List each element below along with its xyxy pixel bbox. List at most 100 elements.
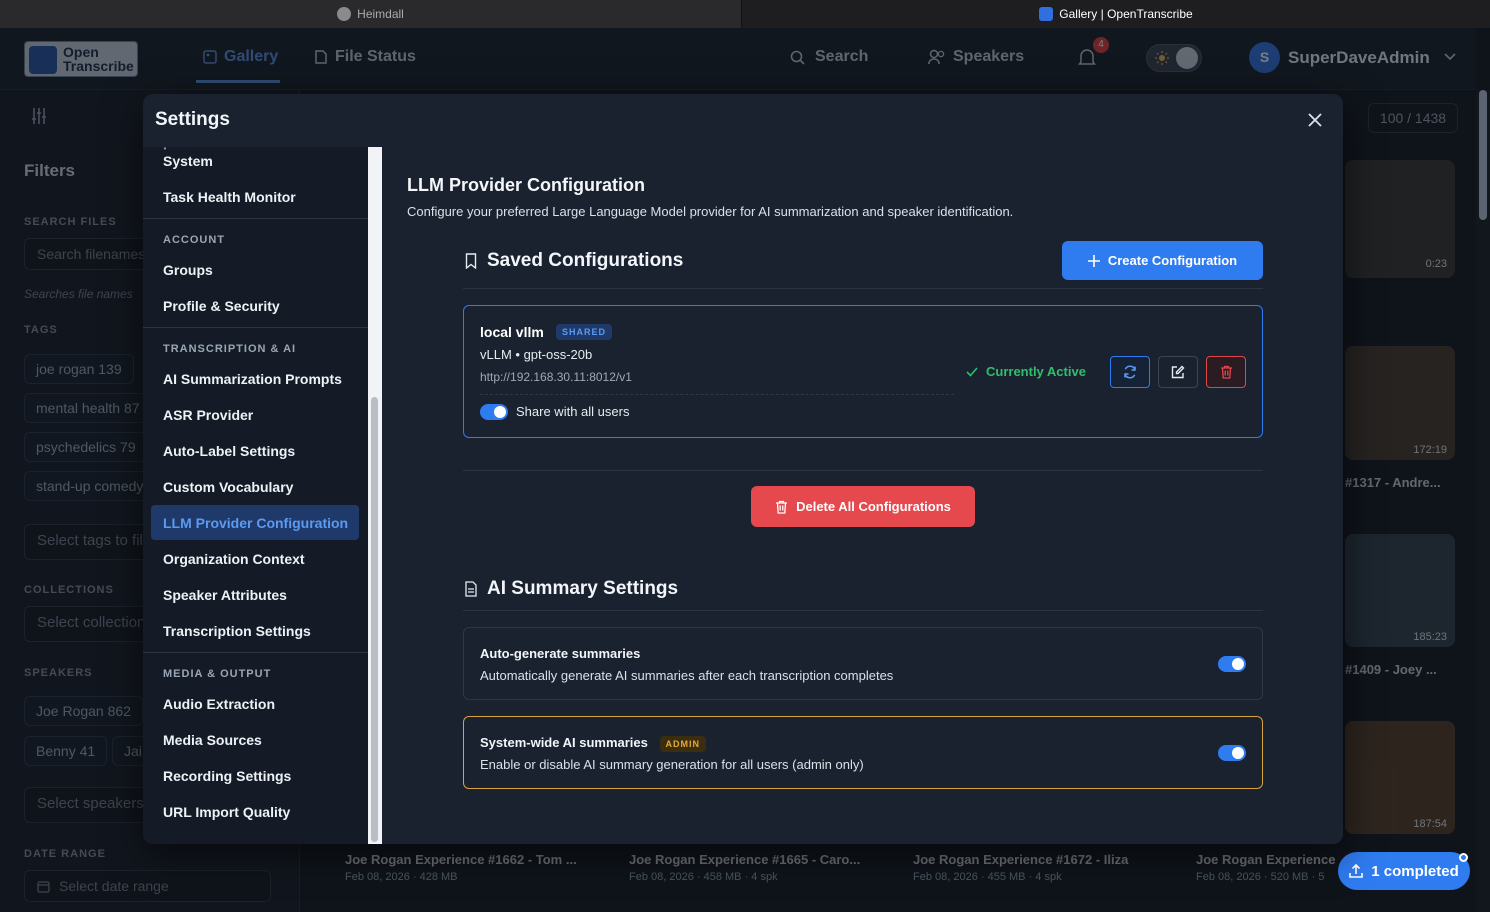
page-scrollbar[interactable] (1476, 90, 1490, 912)
bell-icon[interactable] (1078, 47, 1096, 67)
configuration-card: local vllm SHARED vLLM • gpt-oss-20b htt… (463, 305, 1263, 438)
tag-chip[interactable]: stand-up comedy (24, 471, 156, 501)
edit-icon (1171, 365, 1185, 379)
browser-tab-label: Heimdall (357, 7, 404, 21)
video-title[interactable]: Joe Rogan Experience #1662 - Tom ... (345, 852, 577, 867)
create-configuration-label: Create Configuration (1107, 253, 1238, 268)
nav-file-status[interactable]: File Status (335, 48, 416, 66)
video-title[interactable]: Joe Rogan Experience #1672 - Iliza (913, 852, 1128, 867)
speaker-chip[interactable]: Joe Rogan 862 (24, 696, 143, 726)
date-range-placeholder: Select date range (59, 878, 169, 894)
video-duration: 185:23 (1413, 631, 1447, 643)
check-icon (966, 367, 978, 377)
user-menu-name[interactable]: SuperDaveAdmin (1288, 48, 1430, 68)
search-icon (790, 50, 805, 65)
waveform-logo-icon (29, 46, 57, 74)
auto-generate-toggle[interactable] (1218, 656, 1246, 672)
section-divider (463, 288, 1263, 289)
nav-search[interactable]: Search (815, 48, 868, 66)
browser-tab-label: Gallery | OpenTranscribe (1059, 7, 1193, 21)
sidebar-item-auto-label-settings[interactable]: Auto-Label Settings (163, 443, 295, 459)
page-scrollbar-thumb[interactable] (1479, 90, 1487, 220)
sidebar-item-asr-provider[interactable]: ASR Provider (163, 407, 253, 423)
video-thumbnail[interactable]: 185:23 (1345, 534, 1455, 647)
sidebar-scrollbar[interactable] (368, 147, 382, 844)
close-icon (1308, 113, 1322, 127)
plus-icon (1087, 254, 1100, 267)
nav-speakers[interactable]: Speakers (953, 48, 1024, 66)
app-logo[interactable]: Open Transcribe (24, 41, 138, 77)
video-title[interactable]: #1317 - Andre... (1345, 475, 1441, 490)
video-thumbnail[interactable]: 187:54 (1345, 721, 1455, 834)
close-button[interactable] (1303, 108, 1327, 132)
trash-icon (776, 500, 788, 514)
video-title[interactable]: #1409 - Joey ... (1345, 662, 1437, 677)
trash-icon (1220, 365, 1232, 379)
settings-sidebar: · System Task Health Monitor ACCOUNT Gro… (143, 147, 368, 844)
video-thumbnail[interactable]: 172:19 (1345, 346, 1455, 460)
sidebar-item-groups[interactable]: Groups (163, 262, 213, 278)
sidebar-item-profile-security[interactable]: Profile & Security (163, 298, 280, 314)
auto-generate-title: Auto-generate summaries (480, 646, 641, 661)
edit-button[interactable] (1158, 356, 1198, 388)
sidebar-item-url-import-quality[interactable]: URL Import Quality (163, 804, 290, 820)
sidebar-item-ai-summarization-prompts[interactable]: AI Summarization Prompts (163, 371, 342, 387)
tag-chip[interactable]: joe rogan 139 (24, 354, 134, 384)
sidebar-item-organization-context[interactable]: Organization Context (163, 551, 305, 567)
theme-toggle[interactable] (1146, 44, 1202, 72)
settings-modal: Settings · System Task Health Monitor AC… (143, 94, 1343, 844)
create-configuration-button[interactable]: Create Configuration (1062, 241, 1263, 280)
notification-badge: 4 (1093, 37, 1109, 53)
refresh-button[interactable] (1110, 356, 1150, 388)
delete-button[interactable] (1206, 356, 1246, 388)
system-wide-desc: Enable or disable AI summary generation … (480, 757, 864, 772)
status-dot-icon (1459, 853, 1468, 862)
sidebar-item-system[interactable]: System (163, 153, 213, 169)
delete-all-configurations-button[interactable]: Delete All Configurations (751, 486, 975, 527)
shared-badge: SHARED (556, 324, 613, 340)
avatar[interactable]: S (1249, 42, 1280, 73)
config-model: vLLM • gpt-oss-20b (480, 347, 593, 362)
sidebar-scrollbar-thumb[interactable] (371, 397, 378, 842)
filters-title: Filters (24, 161, 76, 180)
share-toggle[interactable] (480, 404, 508, 420)
sidebar-item-transcription-settings[interactable]: Transcription Settings (163, 623, 311, 639)
sidebar-item-task-health-monitor[interactable]: Task Health Monitor (163, 189, 296, 205)
auto-generate-desc: Automatically generate AI summaries afte… (480, 668, 894, 683)
video-duration: 172:19 (1413, 444, 1447, 456)
video-title[interactable]: Joe Rogan Experience #1665 - Caro... (629, 852, 860, 867)
sidebar-item-custom-vocabulary[interactable]: Custom Vocabulary (163, 479, 293, 495)
video-thumbnail[interactable]: 0:23 (1345, 160, 1455, 278)
nav-active-indicator (196, 80, 280, 83)
filter-sliders-icon[interactable] (30, 107, 48, 125)
speaker-chip[interactable]: Benny 41 (24, 736, 108, 766)
video-duration: 187:54 (1413, 818, 1447, 830)
sidebar-item-media-sources[interactable]: Media Sources (163, 732, 262, 748)
ai-summary-settings-title: AI Summary Settings (487, 578, 679, 599)
sidebar-item-audio-extraction[interactable]: Audio Extraction (163, 696, 275, 712)
sidebar-item-speaker-attributes[interactable]: Speaker Attributes (163, 587, 287, 603)
document-icon (465, 581, 477, 597)
tag-chip[interactable]: psychedelics 79 (24, 432, 148, 462)
gallery-bottom-row: Joe Rogan Experience #1662 - Tom ... Feb… (315, 844, 1476, 884)
sidebar-item-recording-settings[interactable]: Recording Settings (163, 768, 291, 784)
video-title[interactable]: Joe Rogan Experience (1196, 852, 1335, 867)
config-divider (480, 394, 954, 395)
auto-generate-card: Auto-generate summaries Automatically ge… (463, 627, 1263, 700)
nav-gallery[interactable]: Gallery (224, 48, 278, 66)
tag-chip[interactable]: mental health 87 (24, 393, 152, 423)
completed-uploads-button[interactable]: 1 completed (1338, 852, 1470, 890)
video-meta: Feb 08, 2026 · 520 MB · 5 (1196, 871, 1325, 883)
section-divider (463, 610, 1263, 611)
bookmark-icon (465, 253, 477, 269)
browser-tab-heimdall[interactable]: Heimdall (0, 0, 742, 28)
sidebar-divider (143, 327, 368, 328)
sun-icon (1155, 51, 1169, 65)
sidebar-item-llm-provider-configuration[interactable]: LLM Provider Configuration (163, 515, 348, 531)
search-hint: Searches file names (24, 287, 133, 301)
date-range-input[interactable]: Select date range (24, 870, 271, 902)
system-wide-toggle[interactable] (1218, 745, 1246, 761)
browser-tab-gallery[interactable]: Gallery | OpenTranscribe (742, 0, 1490, 28)
config-url: http://192.168.30.11:8012/v1 (480, 370, 632, 384)
chevron-down-icon[interactable] (1444, 53, 1456, 61)
